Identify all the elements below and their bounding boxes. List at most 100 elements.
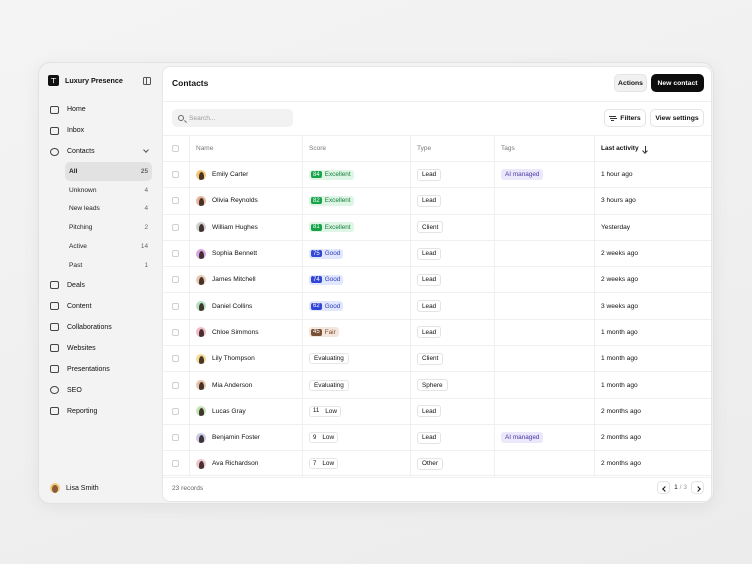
row-select-cell[interactable] [172,267,179,292]
row-checkbox[interactable] [172,460,179,468]
contact-avatar [196,274,206,285]
name-cell[interactable]: Chloe Simmons [196,320,259,345]
name-cell[interactable]: James Mitchell [196,267,256,292]
chevron-down-icon[interactable] [143,147,149,153]
table-row[interactable]: Ava Richardson 7 Low Other 2 months ago [163,451,711,478]
sidebar-item-presentations[interactable]: Presentations [48,359,152,380]
select-all-cell[interactable] [172,136,179,161]
row-select-cell[interactable] [172,451,179,476]
row-checkbox[interactable] [172,407,179,415]
search-box[interactable] [172,109,293,127]
column-header-last-activity-label: Last activity [601,145,639,152]
table-row[interactable]: William Hughes 81 Excellent Client Yesterday [163,215,711,241]
select-all-checkbox[interactable] [172,145,179,152]
row-select-cell[interactable] [172,241,179,266]
name-cell[interactable]: Daniel Collins [196,293,252,318]
column-header-name[interactable]: Name [196,136,213,161]
row-checkbox[interactable] [172,223,179,231]
last-activity: 1 month ago [601,381,638,389]
row-checkbox[interactable] [172,328,179,336]
row-select-cell[interactable] [172,188,179,213]
table-row[interactable]: Olivia Reynolds 82 Excellent Lead 3 hours ag… [163,188,711,215]
user-name: Lisa Smith [66,484,99,492]
row-select-cell[interactable] [172,215,179,240]
table-row[interactable]: James Mitchell 74 Good Lead 2 weeks ago [163,267,711,294]
row-checkbox[interactable] [172,276,179,284]
table-row[interactable]: Chloe Simmons 45 Fair Lead 1 month ago [163,320,711,347]
contact-name: Olivia Reynolds [212,197,258,205]
reporting-icon [50,407,59,416]
inbox-icon [50,126,59,135]
sidebar-item-content[interactable]: Content [48,296,152,317]
column-header-type[interactable]: Type [417,136,431,161]
row-select-cell[interactable] [172,372,179,397]
row-select-cell[interactable] [172,293,179,318]
subnav-item-past[interactable]: Past 1 [65,256,152,275]
brand[interactable]: ⊤ Luxury Presence [48,75,123,86]
table-row[interactable]: Mia Anderson Evaluating Sphere 1 month ago [163,372,711,399]
subnav-item-pitching[interactable]: Pitching 2 [65,218,152,237]
subnav-item-new-leads[interactable]: New leads 4 [65,200,152,219]
name-cell[interactable]: Ava Richardson [196,451,258,476]
score-cell: 9 Low [309,425,339,450]
sidebar-item-deals[interactable]: Deals [48,275,152,296]
next-page-button[interactable] [691,481,704,494]
table-row[interactable]: Lucas Gray 11 Low Lead 2 months ago [163,399,711,425]
row-select-cell[interactable] [172,425,179,450]
subnav-item-unknown[interactable]: Unknown 4 [65,181,152,200]
column-header-score[interactable]: Score [309,136,326,161]
row-checkbox[interactable] [172,197,179,205]
table-row[interactable]: Benjamin Foster 9 Low Lead AI managed 2 month… [163,425,711,452]
row-select-cell[interactable] [172,162,179,187]
actions-button[interactable]: Actions [614,74,647,92]
last-activity-cell: 2 weeks ago [601,241,638,266]
subnav-item-active[interactable]: Active 14 [65,237,152,256]
row-checkbox[interactable] [172,434,179,442]
view-settings-button[interactable]: View settings [650,109,704,127]
table-row[interactable]: Emily Carter 84 Excellent Lead AI managed 1 h… [163,162,711,189]
row-checkbox[interactable] [172,250,179,258]
last-activity-cell: 1 month ago [601,346,638,371]
column-header-tags[interactable]: Tags [501,136,515,161]
table-row[interactable]: Lily Thompson Evaluating Client 1 month ago [163,346,711,373]
sidebar-item-seo[interactable]: SEO [48,380,152,401]
sidebar-item-home[interactable]: Home [48,99,152,120]
row-checkbox[interactable] [172,302,179,310]
last-activity-cell: 3 hours ago [601,188,636,213]
name-cell[interactable]: Lucas Gray [196,399,246,424]
score-cell: 81 Excellent [309,215,354,240]
sidebar-item-contacts[interactable]: Contacts [48,141,152,162]
search-input[interactable] [189,114,289,122]
sidebar-toggle-icon[interactable] [143,77,151,85]
name-cell[interactable]: Emily Carter [196,162,248,187]
row-checkbox[interactable] [172,171,179,179]
app-window: ⊤ Luxury Presence Home Inbox Contacts All 25… [38,62,714,504]
table-row[interactable]: Daniel Collins 62 Good Lead 3 weeks ago [163,293,711,320]
row-select-cell[interactable] [172,346,179,371]
column-header-last-activity[interactable]: Last activity [601,136,646,161]
filters-button[interactable]: Filters [604,109,646,127]
subnav-item-label: New leads [69,205,100,213]
name-cell[interactable]: Olivia Reynolds [196,188,258,213]
name-cell[interactable]: Sophia Bennett [196,241,257,266]
user-profile[interactable]: Lisa Smith [50,483,99,493]
name-cell[interactable]: Lily Thompson [196,346,255,371]
sidebar-item-websites[interactable]: Websites [48,338,152,359]
sidebar-item-inbox[interactable]: Inbox [48,120,152,141]
table-row[interactable]: Sophia Bennett 75 Good Lead 2 weeks ago [163,241,711,268]
row-select-cell[interactable] [172,320,179,345]
row-checkbox[interactable] [172,355,179,363]
sidebar-item-reporting[interactable]: Reporting [48,401,152,422]
last-activity: 3 hours ago [601,197,636,205]
row-select-cell[interactable] [172,399,179,424]
previous-page-button[interactable] [657,481,671,494]
row-checkbox[interactable] [172,381,179,389]
sidebar-item-collaborations[interactable]: Collaborations [48,317,152,338]
name-cell[interactable]: Mia Anderson [196,372,252,397]
new-contact-button[interactable]: New contact [651,74,704,92]
name-cell[interactable]: William Hughes [196,215,258,240]
score-badge: 62 Good [309,301,344,312]
sort-descending-icon[interactable] [644,145,646,152]
subnav-item-all[interactable]: All 25 [65,162,152,181]
name-cell[interactable]: Benjamin Foster [196,425,260,450]
